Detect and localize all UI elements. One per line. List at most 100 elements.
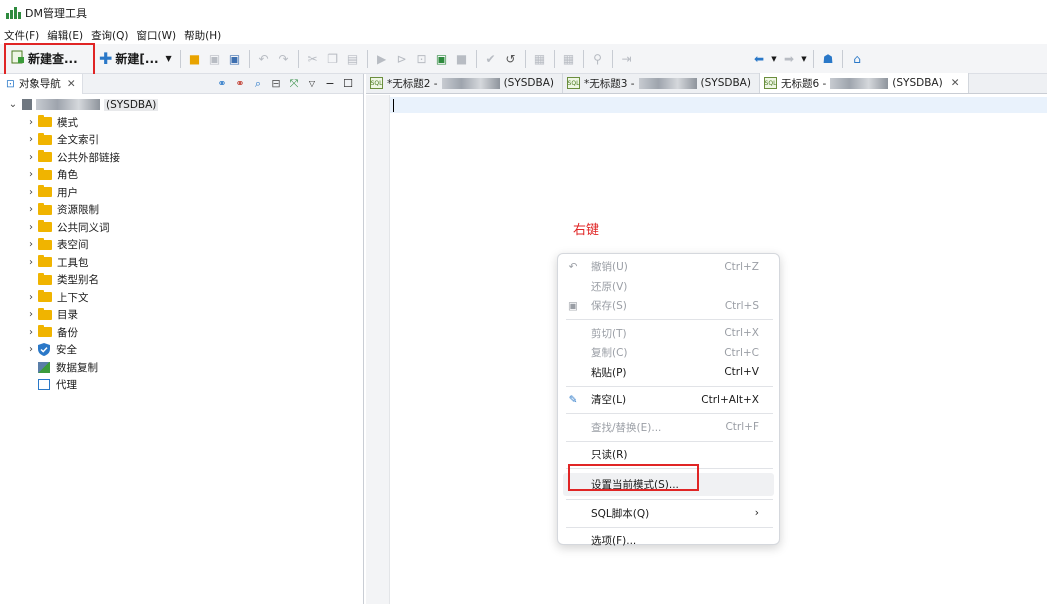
tree-item-label: 公共外部链接 — [57, 151, 120, 164]
main-toolbar: 新建查... ✚ 新建[... ▼ ■ ▣ ▣ ↶ ↷ ✂ ❐ ▤ ▶ ⊳ ⊡ … — [0, 44, 1047, 74]
chevron-right-icon[interactable]: › — [24, 239, 38, 250]
commit-icon[interactable]: ✔ — [481, 48, 501, 70]
tree-item-directories[interactable]: › 目录 — [0, 306, 363, 324]
calendar-icon[interactable]: ▦ — [530, 48, 550, 70]
menu-bar: 文件(F) 编辑(E) 查询(Q) 窗口(W) 帮助(H) — [0, 26, 229, 44]
menu-item-options[interactable]: 选项(F)... — [558, 531, 779, 551]
menu-query[interactable]: 查询(Q) — [91, 28, 136, 43]
menu-item-cut[interactable]: 剪切(T) Ctrl+X — [558, 324, 779, 344]
chevron-down-icon[interactable]: ⌄ — [6, 99, 20, 110]
back-arrow-icon[interactable]: ⬅ — [749, 48, 769, 70]
search-icon[interactable]: ⌕ — [249, 77, 267, 91]
close-icon[interactable]: ✕ — [67, 78, 76, 90]
tab-title: *无标题2 - — [387, 77, 438, 90]
chevron-right-icon[interactable]: › — [24, 292, 38, 303]
bug-icon[interactable]: ☗ — [818, 48, 838, 70]
tab-untitled-6[interactable]: SQL 无标题6 - (SYSDBA) ✕ — [759, 73, 969, 93]
menu-item-clear[interactable]: ✎ 清空(L) Ctrl+Alt+X — [558, 390, 779, 410]
menu-item-readonly[interactable]: 只读(R) — [558, 445, 779, 465]
execute-file-icon[interactable]: ▣ — [432, 48, 452, 70]
tree-item-resource-limits[interactable]: › 资源限制 — [0, 201, 363, 219]
menu-help[interactable]: 帮助(H) — [184, 28, 229, 43]
collapse-icon[interactable]: ⊟ — [267, 77, 285, 90]
step-icon[interactable]: ⇥ — [617, 48, 637, 70]
current-line-highlight[interactable] — [390, 97, 1047, 113]
menu-item-undo[interactable]: ↶ 撤销(U) Ctrl+Z — [558, 257, 779, 277]
view-menu-icon[interactable]: ▽ — [303, 79, 321, 88]
dropdown-arrow-icon[interactable]: ▼ — [769, 48, 779, 70]
debug-icon[interactable]: ⚲ — [588, 48, 608, 70]
tree-item-type-aliases[interactable]: 类型别名 — [0, 271, 363, 289]
tree-item-backup[interactable]: › 备份 — [0, 324, 363, 342]
tree-item-replication[interactable]: 数据复制 — [0, 359, 363, 377]
dropdown-arrow-icon[interactable]: ▼ — [799, 48, 809, 70]
tree-item-agent[interactable]: 代理 — [0, 376, 363, 394]
chevron-right-icon[interactable]: › — [24, 309, 38, 320]
chevron-right-icon[interactable]: › — [24, 187, 38, 198]
save-icon[interactable]: ▣ — [205, 48, 225, 70]
menu-item-sql-script[interactable]: SQL脚本(Q) › — [558, 504, 779, 524]
tree-item-packages[interactable]: › 工具包 — [0, 254, 363, 272]
disconnect-icon[interactable]: ⚭ — [231, 77, 249, 90]
chevron-right-icon[interactable]: › — [24, 222, 38, 233]
menu-item-label: 剪切(T) — [591, 327, 627, 340]
minimize-icon[interactable]: − — [321, 77, 339, 90]
chevron-right-icon[interactable]: › — [24, 134, 38, 145]
dropdown-arrow-icon[interactable]: ▼ — [162, 48, 176, 70]
menu-edit[interactable]: 编辑(E) — [47, 28, 91, 43]
menu-item-find-replace[interactable]: 查找/替换(E)... Ctrl+F — [558, 418, 779, 438]
menu-item-label: 只读(R) — [591, 449, 628, 462]
tree-item-contexts[interactable]: › 上下文 — [0, 289, 363, 307]
menu-window[interactable]: 窗口(W) — [137, 28, 185, 43]
tree-item-users[interactable]: › 用户 — [0, 184, 363, 202]
rollback-icon[interactable]: ↺ — [501, 48, 521, 70]
tab-untitled-3[interactable]: SQL *无标题3 - (SYSDBA) — [563, 73, 760, 93]
menu-file[interactable]: 文件(F) — [4, 28, 47, 43]
tree-item-security[interactable]: › 安全 — [0, 341, 363, 359]
menu-item-save[interactable]: ▣ 保存(S) Ctrl+S — [558, 296, 779, 316]
tree-item-label: 类型别名 — [57, 274, 99, 287]
cut-icon[interactable]: ✂ — [303, 48, 323, 70]
chevron-right-icon[interactable]: › — [24, 257, 38, 268]
chevron-right-icon[interactable]: › — [24, 169, 38, 180]
close-icon[interactable]: ✕ — [951, 77, 960, 89]
explain-icon[interactable]: ⊡ — [412, 48, 432, 70]
tree-item-roles[interactable]: › 角色 — [0, 166, 363, 184]
menu-item-copy[interactable]: 复制(C) Ctrl+C — [558, 343, 779, 363]
run-script-icon[interactable]: ⊳ — [392, 48, 412, 70]
tree-item-public-synonyms[interactable]: › 公共同义词 — [0, 219, 363, 237]
tab-object-navigator[interactable]: ⊡ 对象导航 ✕ — [0, 73, 83, 94]
chevron-right-icon[interactable]: › — [24, 344, 38, 355]
tree-item-schema[interactable]: › 模式 — [0, 114, 363, 132]
expand-icon[interactable]: ⤧ — [285, 77, 303, 91]
chevron-right-icon[interactable]: › — [24, 204, 38, 215]
tree-item-fulltext-index[interactable]: › 全文索引 — [0, 131, 363, 149]
redo-icon[interactable]: ↷ — [274, 48, 294, 70]
menu-item-redo[interactable]: 还原(V) — [558, 277, 779, 297]
chevron-right-icon[interactable]: › — [24, 152, 38, 163]
chevron-right-icon[interactable]: › — [24, 327, 38, 338]
tree-root-connection[interactable]: ⌄ (SYSDBA) — [0, 96, 363, 114]
highlight-box-new-query — [4, 43, 95, 77]
paste-icon[interactable]: ▤ — [343, 48, 363, 70]
tab-untitled-2[interactable]: SQL *无标题2 - (SYSDBA) — [366, 73, 563, 93]
save-all-icon[interactable]: ▣ — [225, 48, 245, 70]
tab-user: (SYSDBA) — [892, 77, 943, 89]
new-object-button[interactable]: ✚ 新建[... — [96, 47, 162, 71]
tree-item-public-links[interactable]: › 公共外部链接 — [0, 149, 363, 167]
tree-item-tablespaces[interactable]: › 表空间 — [0, 236, 363, 254]
maximize-icon[interactable]: ☐ — [339, 77, 357, 90]
chevron-right-icon[interactable]: › — [24, 117, 38, 128]
schedule-icon[interactable]: ▦ — [559, 48, 579, 70]
menu-item-paste[interactable]: 粘贴(P) Ctrl+V — [558, 363, 779, 383]
navigator-tools: ⚭ ⚭ ⌕ ⊟ ⤧ ▽ − ☐ — [213, 77, 363, 91]
copy-icon[interactable]: ❐ — [323, 48, 343, 70]
connect-icon[interactable]: ⚭ — [213, 77, 231, 90]
open-folder-icon[interactable]: ■ — [185, 48, 205, 70]
stop-icon[interactable]: ■ — [452, 48, 472, 70]
home-icon[interactable]: ⌂ — [847, 48, 867, 70]
redacted-host-name — [638, 77, 697, 89]
forward-arrow-icon[interactable]: ➡ — [779, 48, 799, 70]
run-icon[interactable]: ▶ — [372, 48, 392, 70]
undo-icon[interactable]: ↶ — [254, 48, 274, 70]
